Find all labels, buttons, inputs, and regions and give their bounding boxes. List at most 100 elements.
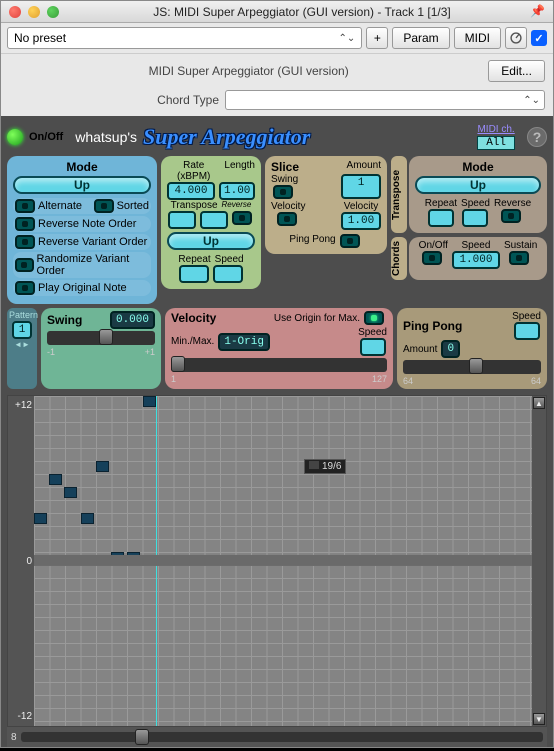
c-onoff-label: On/Off — [419, 240, 448, 251]
credit-label: whatsup's — [75, 129, 137, 145]
midi-button[interactable]: MIDI — [454, 27, 501, 49]
grid-vscrollbar[interactable]: ▲ ▼ — [532, 396, 546, 726]
transpose-panel: Mode Up Repeat Speed Reverse — [409, 156, 547, 233]
playhead-marker — [156, 396, 157, 726]
rev-variant-toggle[interactable] — [15, 235, 35, 249]
use-origin-toggle[interactable] — [364, 311, 384, 325]
velocity-label: Velocity — [271, 201, 305, 212]
minimize-icon[interactable] — [28, 6, 40, 18]
bypass-checkbox[interactable]: ✓ — [531, 30, 547, 46]
pingpong-label: Ping Pong — [289, 234, 335, 248]
close-icon[interactable] — [9, 6, 21, 18]
pattern-box: Pattern 1 ◄► — [7, 308, 37, 389]
slice-pp-toggle[interactable] — [340, 234, 360, 248]
pattern-label: Pattern — [9, 310, 35, 320]
help-button[interactable]: ? — [527, 127, 547, 147]
rev-note-label: Reverse Note Order — [38, 218, 136, 230]
v-speed-input[interactable] — [360, 338, 386, 356]
grid-cell[interactable] — [34, 513, 47, 524]
transpose-mode-select[interactable]: Up — [415, 176, 541, 194]
swing-value[interactable]: 0.000 — [110, 311, 155, 329]
sorted-label: Sorted — [117, 200, 149, 212]
pp-slider[interactable] — [403, 360, 541, 374]
zoom-icon[interactable] — [47, 6, 59, 18]
velocity-panel: VelocityUse Origin for Max. Min./Max.1-O… — [165, 308, 393, 389]
rate-up-button[interactable]: Up — [167, 232, 255, 250]
play-orig-label: Play Original Note — [38, 282, 127, 294]
transpose2-input[interactable] — [200, 211, 228, 229]
grid-cell[interactable] — [111, 552, 124, 563]
power-led-icon[interactable] — [7, 129, 23, 145]
sorted-toggle[interactable] — [94, 199, 114, 213]
preset-select[interactable]: No preset⌃⌄ — [7, 27, 362, 49]
rate-input[interactable]: 4.000 — [167, 182, 215, 200]
param-button[interactable]: Param — [392, 27, 449, 49]
speed-input[interactable] — [213, 265, 243, 283]
rate-title: Rate (xBPM) — [167, 160, 220, 182]
window-titlebar: JS: MIDI Super Arpeggiator (GUI version)… — [1, 1, 553, 23]
length-input[interactable]: 1.00 — [219, 182, 255, 200]
rev-note-toggle[interactable] — [15, 217, 35, 231]
scroll-down-icon[interactable]: ▼ — [533, 713, 545, 725]
slice-title: Slice — [271, 160, 343, 174]
scroll-up-icon[interactable]: ▲ — [533, 397, 545, 409]
velocity-title: Velocity — [171, 311, 216, 325]
add-preset-button[interactable]: + — [366, 27, 388, 49]
chord-type-select[interactable]: ⌃⌄ — [225, 90, 545, 110]
swing-lo: -1 — [47, 347, 55, 357]
transpose-mode-label: Mode — [415, 160, 541, 174]
pp-title: Ping Pong — [403, 319, 462, 333]
speed-label: Speed — [215, 254, 244, 265]
c-onoff-toggle[interactable] — [422, 251, 442, 265]
alternate-toggle[interactable] — [15, 199, 35, 213]
slice-vel-input[interactable]: 1.00 — [341, 212, 381, 230]
midi-ch-select[interactable]: All — [477, 136, 515, 150]
slice-panel: SliceAmount Swing1 VelocityVelocity1.00 … — [265, 156, 387, 254]
slice-vel-toggle[interactable] — [277, 212, 297, 226]
chords-sidebar: Chords — [391, 237, 407, 280]
grid-cell[interactable] — [96, 461, 109, 472]
t-reverse-toggle[interactable] — [501, 209, 521, 223]
transpose-label: Transpose — [171, 200, 218, 211]
swing-slider[interactable] — [47, 331, 155, 345]
play-orig-toggle[interactable] — [15, 281, 35, 295]
pattern-input[interactable]: 1 — [12, 321, 32, 339]
zoom-slider[interactable] — [21, 732, 543, 742]
pp-speed-input[interactable] — [514, 322, 540, 340]
reverse-toggle[interactable] — [232, 211, 252, 225]
t-speed-input[interactable] — [462, 209, 488, 227]
grid-cell[interactable] — [81, 513, 94, 524]
velocity-slider[interactable] — [171, 358, 387, 372]
repeat-input[interactable] — [179, 265, 209, 283]
pp-amount-input[interactable]: 0 — [441, 340, 460, 358]
transpose-input[interactable] — [168, 211, 196, 229]
grid-cell[interactable] — [49, 474, 62, 485]
grid-cell[interactable] — [127, 552, 140, 563]
t-repeat-label: Repeat — [425, 198, 457, 209]
rand-variant-label: Randomize Variant Order — [37, 253, 149, 277]
grid-cell[interactable] — [143, 396, 156, 407]
slice-swing-toggle[interactable] — [273, 185, 293, 199]
pin-icon[interactable]: 📌 — [530, 4, 545, 18]
swing-title: Swing — [47, 313, 82, 327]
rand-variant-toggle[interactable] — [15, 258, 34, 272]
logo-title: Super Arpeggiator — [143, 124, 310, 150]
edit-button[interactable]: Edit... — [488, 60, 545, 82]
plugin-name: MIDI Super Arpeggiator (GUI version) — [149, 64, 349, 78]
grid-area[interactable]: 19/6 — [34, 396, 532, 726]
c-speed-label: Speed — [461, 240, 490, 251]
c-sustain-toggle[interactable] — [509, 251, 529, 265]
mode-select[interactable]: Up — [13, 176, 151, 194]
window-title: JS: MIDI Super Arpeggiator (GUI version)… — [59, 5, 545, 19]
ui-knob-button[interactable] — [505, 27, 527, 49]
rate-panel: Rate (xBPM)Length 4.0001.00 TransposeRev… — [161, 156, 261, 289]
amount-input[interactable]: 1 — [341, 174, 381, 199]
transpose-sidebar: Transpose — [391, 156, 407, 233]
pattern-grid: +12 0 -12 19/6 ▲ ▼ — [7, 395, 547, 727]
grid-cell[interactable] — [64, 487, 77, 498]
t-repeat-input[interactable] — [428, 209, 454, 227]
orig-input[interactable]: 1-Orig — [218, 333, 270, 351]
c-speed-input[interactable]: 1.000 — [452, 251, 500, 269]
pp-speed-label: Speed — [512, 311, 541, 322]
grid-ylo: -12 — [10, 711, 32, 722]
